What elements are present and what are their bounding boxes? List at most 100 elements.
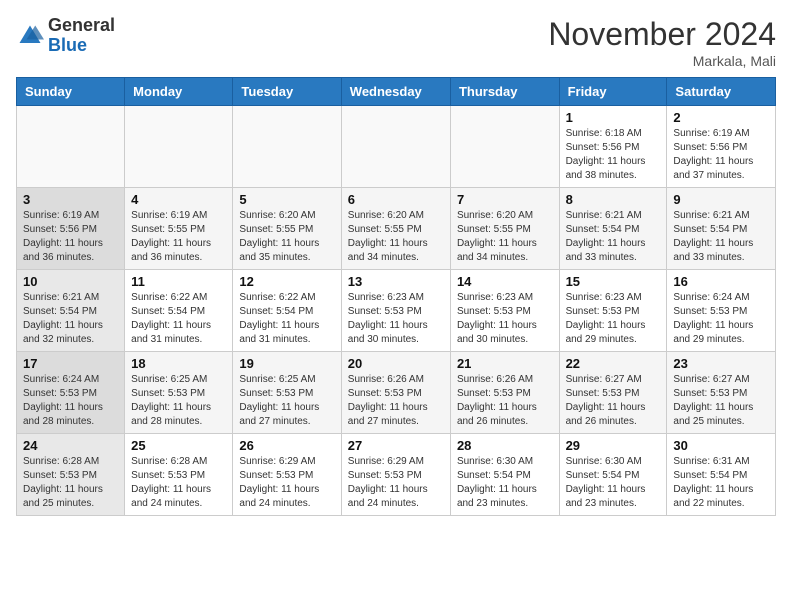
day-info: Sunrise: 6:21 AMSunset: 5:54 PMDaylight:… [23,291,118,347]
day-number: 12 [239,274,334,289]
day-cell: 13 Sunrise: 6:23 AMSunset: 5:53 PMDayligh… [341,270,450,352]
logo-icon [16,22,44,50]
day-cell: 15 Sunrise: 6:23 AMSunset: 5:53 PMDayligh… [559,270,667,352]
day-cell: 20 Sunrise: 6:26 AMSunset: 5:53 PMDayligh… [341,352,450,434]
day-info: Sunrise: 6:19 AMSunset: 5:55 PMDaylight:… [131,209,226,265]
col-header-monday: Monday [125,78,233,106]
day-number: 13 [348,274,444,289]
day-cell: 21 Sunrise: 6:26 AMSunset: 5:53 PMDayligh… [450,352,559,434]
day-cell: 3Sunrise: 6:19 AMSunset: 5:56 PMDaylight… [17,188,125,270]
day-number: 4 [131,192,226,207]
day-number: 10 [23,274,118,289]
day-number: 26 [239,438,334,453]
calendar-header-row: SundayMondayTuesdayWednesdayThursdayFrid… [17,78,776,106]
col-header-saturday: Saturday [667,78,776,106]
day-cell: 19Sunrise: 6:25 AMSunset: 5:53 PMDayligh… [233,352,341,434]
day-number: 23 [673,356,769,371]
day-number: 9 [673,192,769,207]
day-number: 21 [457,356,553,371]
day-number: 30 [673,438,769,453]
day-info: Sunrise: 6:27 AMSunset: 5:53 PMDaylight:… [566,373,661,429]
day-info: Sunrise: 6:20 AMSunset: 5:55 PMDaylight:… [239,209,334,265]
day-info: Sunrise: 6:29 AMSunset: 5:53 PMDaylight:… [348,455,444,511]
day-cell: 4 Sunrise: 6:19 AMSunset: 5:55 PMDaylight… [125,188,233,270]
day-number: 29 [566,438,661,453]
day-number: 15 [566,274,661,289]
day-number: 27 [348,438,444,453]
logo-general-text: General [48,16,115,36]
day-info: Sunrise: 6:23 AMSunset: 5:53 PMDaylight:… [566,291,661,347]
calendar-table: SundayMondayTuesdayWednesdayThursdayFrid… [16,77,776,516]
day-info: Sunrise: 6:21 AMSunset: 5:54 PMDaylight:… [673,209,769,265]
day-cell: 8Sunrise: 6:21 AMSunset: 5:54 PMDaylight… [559,188,667,270]
col-header-tuesday: Tuesday [233,78,341,106]
logo: General Blue [16,16,115,56]
day-info: Sunrise: 6:30 AMSunset: 5:54 PMDaylight:… [566,455,661,511]
day-info: Sunrise: 6:26 AMSunset: 5:53 PMDaylight:… [457,373,553,429]
location-label: Markala, Mali [548,53,776,69]
day-cell: 18Sunrise: 6:25 AMSunset: 5:53 PMDayligh… [125,352,233,434]
day-info: Sunrise: 6:23 AMSunset: 5:53 PMDaylight:… [457,291,553,347]
day-number: 17 [23,356,118,371]
day-cell: 27 Sunrise: 6:29 AMSunset: 5:53 PMDayligh… [341,434,450,516]
day-cell: 17 Sunrise: 6:24 AMSunset: 5:53 PMDayligh… [17,352,125,434]
day-cell: 26 Sunrise: 6:29 AMSunset: 5:53 PMDayligh… [233,434,341,516]
day-cell [341,106,450,188]
day-info: Sunrise: 6:20 AMSunset: 5:55 PMDaylight:… [457,209,553,265]
day-info: Sunrise: 6:31 AMSunset: 5:54 PMDaylight:… [673,455,769,511]
month-title: November 2024 [548,16,776,53]
day-cell [233,106,341,188]
day-cell: 30 Sunrise: 6:31 AMSunset: 5:54 PMDayligh… [667,434,776,516]
day-cell [17,106,125,188]
week-row-1: 1 Sunrise: 6:18 AMSunset: 5:56 PMDaylight… [17,106,776,188]
logo-blue-text: Blue [48,36,115,56]
week-row-2: 3Sunrise: 6:19 AMSunset: 5:56 PMDaylight… [17,188,776,270]
col-header-sunday: Sunday [17,78,125,106]
day-info: Sunrise: 6:19 AMSunset: 5:56 PMDaylight:… [673,127,769,183]
day-cell [125,106,233,188]
col-header-thursday: Thursday [450,78,559,106]
day-info: Sunrise: 6:22 AMSunset: 5:54 PMDaylight:… [239,291,334,347]
day-info: Sunrise: 6:28 AMSunset: 5:53 PMDaylight:… [23,455,118,511]
day-info: Sunrise: 6:22 AMSunset: 5:54 PMDaylight:… [131,291,226,347]
col-header-wednesday: Wednesday [341,78,450,106]
day-info: Sunrise: 6:18 AMSunset: 5:56 PMDaylight:… [566,127,661,183]
day-cell: 24 Sunrise: 6:28 AMSunset: 5:53 PMDayligh… [17,434,125,516]
day-cell: 1 Sunrise: 6:18 AMSunset: 5:56 PMDaylight… [559,106,667,188]
day-number: 20 [348,356,444,371]
week-row-4: 17 Sunrise: 6:24 AMSunset: 5:53 PMDayligh… [17,352,776,434]
page-header: General Blue November 2024 Markala, Mali [16,16,776,69]
day-cell: 25Sunrise: 6:28 AMSunset: 5:53 PMDayligh… [125,434,233,516]
day-cell: 16 Sunrise: 6:24 AMSunset: 5:53 PMDayligh… [667,270,776,352]
day-cell: 12 Sunrise: 6:22 AMSunset: 5:54 PMDayligh… [233,270,341,352]
day-info: Sunrise: 6:30 AMSunset: 5:54 PMDaylight:… [457,455,553,511]
day-info: Sunrise: 6:28 AMSunset: 5:53 PMDaylight:… [131,455,226,511]
day-cell: 28 Sunrise: 6:30 AMSunset: 5:54 PMDayligh… [450,434,559,516]
day-cell: 23Sunrise: 6:27 AMSunset: 5:53 PMDayligh… [667,352,776,434]
day-number: 7 [457,192,553,207]
day-number: 8 [566,192,661,207]
week-row-5: 24 Sunrise: 6:28 AMSunset: 5:53 PMDayligh… [17,434,776,516]
day-number: 28 [457,438,553,453]
day-number: 16 [673,274,769,289]
day-info: Sunrise: 6:24 AMSunset: 5:53 PMDaylight:… [23,373,118,429]
day-number: 11 [131,274,226,289]
day-number: 2 [673,110,769,125]
week-row-3: 10 Sunrise: 6:21 AMSunset: 5:54 PMDayligh… [17,270,776,352]
day-info: Sunrise: 6:29 AMSunset: 5:53 PMDaylight:… [239,455,334,511]
day-number: 18 [131,356,226,371]
day-number: 3 [23,192,118,207]
day-info: Sunrise: 6:23 AMSunset: 5:53 PMDaylight:… [348,291,444,347]
day-info: Sunrise: 6:26 AMSunset: 5:53 PMDaylight:… [348,373,444,429]
day-number: 1 [566,110,661,125]
day-number: 5 [239,192,334,207]
day-info: Sunrise: 6:24 AMSunset: 5:53 PMDaylight:… [673,291,769,347]
day-cell: 11 Sunrise: 6:22 AMSunset: 5:54 PMDayligh… [125,270,233,352]
day-cell: 14Sunrise: 6:23 AMSunset: 5:53 PMDayligh… [450,270,559,352]
day-cell: 5 Sunrise: 6:20 AMSunset: 5:55 PMDaylight… [233,188,341,270]
day-number: 24 [23,438,118,453]
day-cell: 2 Sunrise: 6:19 AMSunset: 5:56 PMDaylight… [667,106,776,188]
day-cell: 6Sunrise: 6:20 AMSunset: 5:55 PMDaylight… [341,188,450,270]
title-section: November 2024 Markala, Mali [548,16,776,69]
day-cell [450,106,559,188]
